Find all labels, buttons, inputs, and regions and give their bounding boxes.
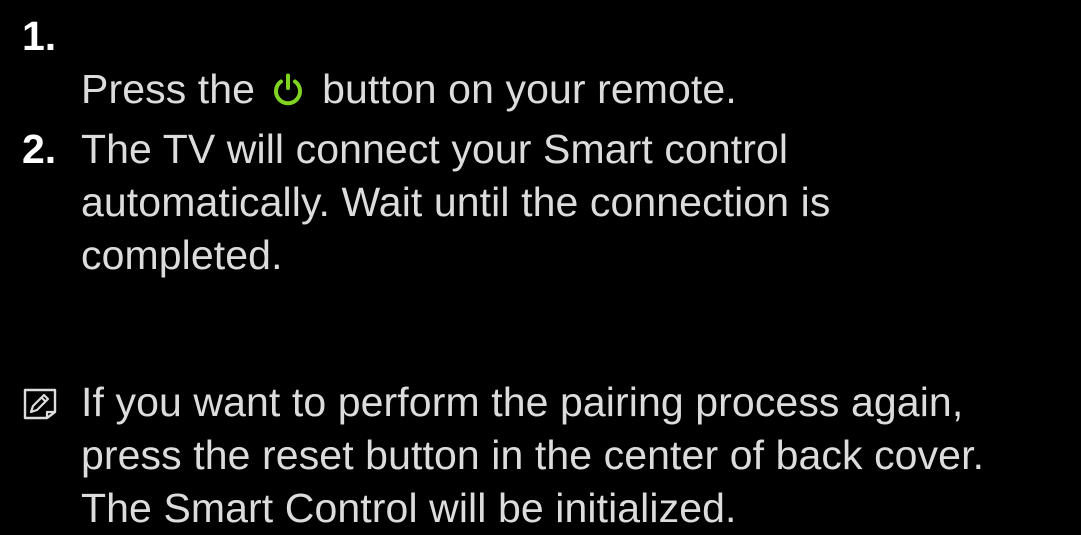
step-2: 2. The TV will connect your Smart contro… <box>22 123 1062 293</box>
note-text: If you want to perform the pairing proce… <box>81 379 985 531</box>
step-text-before: Press the <box>81 66 267 112</box>
note: If you want to perform the pairing proce… <box>22 376 1077 531</box>
step-text-after: button on your remote. <box>310 66 737 112</box>
step-number: 2. <box>22 126 57 172</box>
note-pencil-icon <box>23 388 57 420</box>
step-text: Press the button on your remote. <box>81 10 737 116</box>
step-number: 1. <box>22 13 57 59</box>
step-text: The TV will connect your Smart control a… <box>81 126 831 278</box>
step-1: 1. Press the button on your remote. <box>22 10 1062 112</box>
power-icon <box>273 73 302 106</box>
